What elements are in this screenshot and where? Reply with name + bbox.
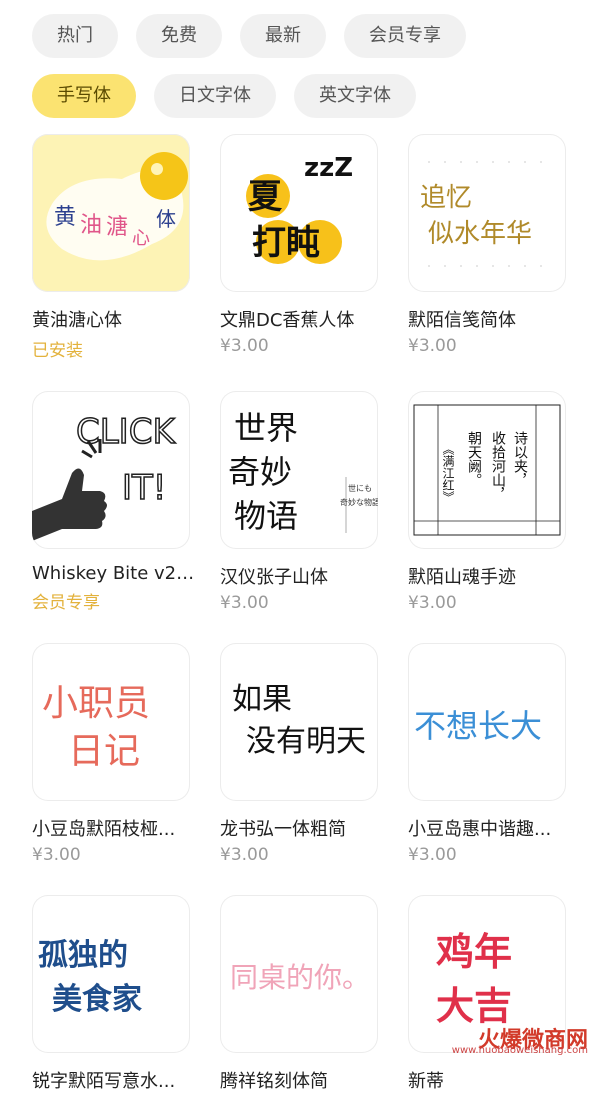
thumb-text: 孤独的 [38, 938, 128, 973]
thumb-text: 《满江红》 [441, 443, 455, 503]
thumb-art: 追忆 似水年华 [420, 161, 548, 267]
font-name: 小豆岛默陌枝桠... [32, 819, 176, 840]
egg-illustration: 黄 油 溏 心 体 [46, 152, 188, 261]
font-thumbnail[interactable]: 孤独的 美食家 [32, 895, 190, 1053]
font-name: 默陌信笺简体 [408, 310, 516, 331]
font-card[interactable]: 黄 油 溏 心 体 黄油溏心体 已安装 [32, 134, 190, 361]
font-price: ¥3.00 [220, 336, 269, 356]
font-price: ¥3.00 [32, 845, 81, 865]
thumb-text: 诗以夹， [512, 431, 528, 487]
font-thumbnail[interactable]: 夏 zzZ 打盹 [220, 134, 378, 292]
thumb-text: 追忆 [420, 183, 472, 213]
thumb-text: 奇妙 [228, 453, 292, 491]
thumb-art: 如果 没有明天 [232, 682, 366, 759]
thumb-text: 物语 [234, 497, 298, 535]
thumb-art: 小职员 日记 [42, 683, 150, 772]
watermark-logo: 火爆微商网 www.huobaoweishang.com [452, 1022, 588, 1056]
vip-badge: 会员专享 [32, 593, 100, 613]
font-name: 默陌山魂手迹 [408, 567, 516, 588]
thumb-text: 打盹 [252, 223, 320, 263]
filter-handwriting[interactable]: 手写体 [32, 74, 136, 118]
thumb-text: IT! [122, 468, 166, 508]
filter-newest[interactable]: 最新 [240, 14, 326, 58]
font-name: 小豆岛惠中谐趣... [408, 819, 552, 840]
font-card[interactable]: 夏 zzZ 打盹 文鼎DC香蕉人体 ¥3.00 [220, 134, 378, 361]
font-thumbnail[interactable]: 追忆 似水年华 [408, 134, 566, 292]
font-price: ¥3.00 [408, 593, 457, 613]
thumb-text: 收拾河山， [490, 431, 506, 501]
font-card[interactable]: 世界 奇妙 物语 世にも 奇妙な物語 汉仪张子山体 ¥3.00 [220, 391, 378, 613]
font-card[interactable]: CLICK IT! Whiskey Bite v2 ... 会员专享 [32, 391, 197, 613]
font-card[interactable]: 不想长大 小豆岛惠中谐趣... ¥3.00 [408, 643, 566, 865]
thumb-text: 不想长大 [414, 707, 542, 745]
font-price: ¥3.00 [220, 593, 269, 613]
font-name: 锐字默陌写意水... [32, 1071, 176, 1092]
font-thumbnail[interactable]: 不想长大 [408, 643, 566, 801]
thumb-text: 如果 [232, 682, 292, 717]
thumb-text: 世界 [234, 409, 298, 447]
font-card[interactable]: 鸡年 大吉 新蒂 [408, 895, 566, 1093]
thumbs-up-illustration: CLICK IT! [32, 411, 177, 541]
filter-row-primary: 热门 免费 最新 会员专享 [0, 14, 600, 58]
font-thumbnail[interactable]: 诗以夹， 收拾河山， 朝天阙。 《满江红》 [408, 391, 566, 549]
thumb-art: 孤独的 美食家 [38, 938, 142, 1017]
thumb-text: 美食家 [52, 982, 142, 1017]
thumb-text: 鸡年 [435, 930, 512, 974]
thumb-text: zzZ [304, 153, 353, 183]
thumb-text: 溏 [106, 215, 128, 240]
thumb-text: 同桌的你。 [230, 961, 370, 994]
font-card[interactable]: 小职员 日记 小豆岛默陌枝桠... ¥3.00 [32, 643, 190, 865]
font-card[interactable]: 如果 没有明天 龙书弘一体粗简 ¥3.00 [220, 643, 378, 865]
font-card[interactable]: 诗以夹， 收拾河山， 朝天阙。 《满江红》 默陌山魂手迹 ¥3.00 [408, 391, 566, 613]
thumb-art: 夏 zzZ 打盹 [246, 153, 353, 264]
thumb-text: 朝天阙。 [466, 431, 482, 487]
thumb-text: 油 [80, 213, 102, 238]
font-name: 汉仪张子山体 [220, 567, 328, 588]
font-thumbnail[interactable]: 同桌的你。 [220, 895, 378, 1053]
install-status: 已安装 [32, 341, 83, 361]
font-card[interactable]: 同桌的你。 腾祥铭刻体简 [220, 895, 378, 1093]
thumb-text: 没有明天 [246, 724, 366, 759]
font-name: 文鼎DC香蕉人体 [220, 310, 355, 331]
watermark-url: www.huobaoweishang.com [451, 1045, 588, 1056]
thumb-text: 世にも [348, 483, 372, 493]
font-name: Whiskey Bite v2 ... [32, 563, 197, 584]
filter-free[interactable]: 免费 [136, 14, 222, 58]
filter-hot[interactable]: 热门 [32, 14, 118, 58]
font-thumbnail[interactable]: 世界 奇妙 物语 世にも 奇妙な物語 [220, 391, 378, 549]
font-price: ¥3.00 [408, 845, 457, 865]
font-name: 腾祥铭刻体简 [220, 1071, 328, 1092]
filter-english[interactable]: 英文字体 [294, 74, 416, 118]
font-thumbnail[interactable]: 小职员 日记 [32, 643, 190, 801]
font-price: ¥3.00 [220, 845, 269, 865]
font-name: 龙书弘一体粗简 [220, 819, 346, 840]
font-thumbnail[interactable]: 如果 没有明天 [220, 643, 378, 801]
font-thumbnail[interactable]: CLICK IT! [32, 391, 190, 549]
filter-vip[interactable]: 会员专享 [344, 14, 466, 58]
thumb-art: 同桌的你。 [230, 961, 370, 994]
font-thumbnail[interactable]: 黄 油 溏 心 体 [32, 134, 190, 292]
font-price: ¥3.00 [408, 336, 457, 356]
thumb-art: 世界 奇妙 物语 世にも 奇妙な物語 [228, 409, 378, 535]
thumb-text: 似水年华 [428, 219, 532, 249]
thumb-text: 小职员 [42, 683, 150, 724]
font-card[interactable]: 孤独的 美食家 锐字默陌写意水... [32, 895, 190, 1093]
thumb-text: 奇妙な物語 [340, 497, 378, 507]
thumb-text: 心 [132, 228, 150, 249]
font-grid: 黄 油 溏 心 体 黄油溏心体 已安装 夏 zzZ 打盹 文鼎DC香蕉人体 ¥3… [32, 134, 566, 1093]
thumb-text: 日记 [68, 731, 140, 772]
thumb-text: 黄 [54, 205, 76, 230]
filter-row-secondary: 手写体 日文字体 英文字体 [0, 74, 600, 118]
font-name: 黄油溏心体 [32, 310, 122, 331]
filter-japanese[interactable]: 日文字体 [154, 74, 276, 118]
thumb-text: 体 [156, 207, 176, 231]
font-card[interactable]: 追忆 似水年华 默陌信笺简体 ¥3.00 [408, 134, 566, 361]
font-name: 新蒂 [408, 1071, 444, 1092]
thumb-text: 夏 [248, 177, 283, 217]
thumb-art: 诗以夹， 收拾河山， 朝天阙。 《满江红》 [413, 404, 561, 536]
thumb-art: 不想长大 [414, 707, 542, 745]
